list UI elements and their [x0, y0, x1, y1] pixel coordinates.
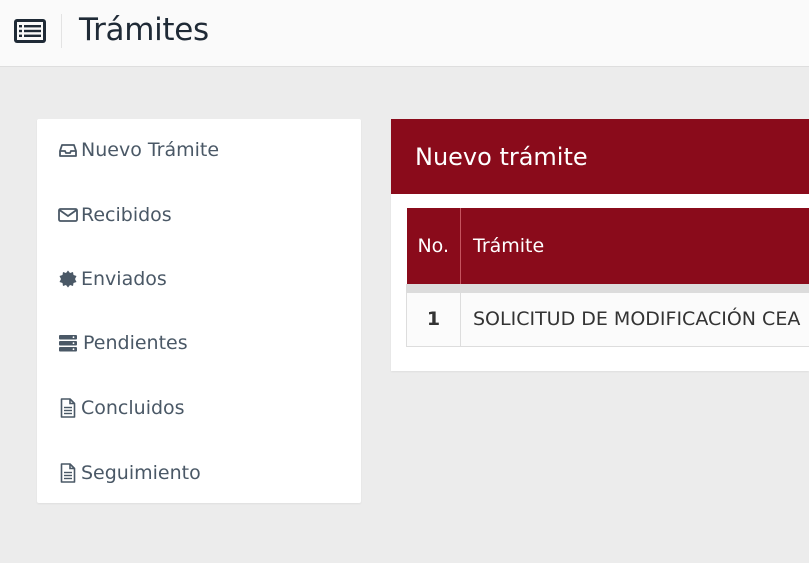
sidebar-item-nuevo-tramite[interactable]: Nuevo Trámite — [58, 135, 219, 165]
table-row[interactable]: 1 SOLICITUD DE MODIFICACIÓN CEA — [406, 288, 809, 347]
sidebar-item-label: Nuevo Trámite — [81, 139, 220, 161]
sidebar-item-label: Seguimiento — [81, 462, 201, 484]
sidebar-item-pendientes[interactable]: Pendientes — [58, 328, 188, 358]
sidebar-item-seguimiento[interactable]: Seguimiento — [58, 458, 201, 488]
document-icon — [58, 463, 78, 483]
page-title: Trámites — [79, 12, 209, 48]
header-divider — [61, 14, 62, 48]
sidebar-item-label: Enviados — [81, 268, 167, 290]
sidebar-item-label: Pendientes — [83, 332, 188, 354]
sidebar-item-enviados[interactable]: Enviados — [58, 264, 167, 294]
sidebar-item-concluidos[interactable]: Concluidos — [58, 393, 185, 423]
document-icon — [58, 398, 78, 418]
sidebar-item-label: Recibidos — [81, 204, 172, 226]
row-number: 1 — [406, 288, 461, 347]
sidebar: Nuevo Trámite Recibidos Enviados Pendien… — [37, 119, 361, 503]
server-icon — [58, 333, 78, 353]
panel-title: Nuevo trámite — [415, 143, 588, 171]
inbox-icon — [58, 140, 78, 160]
new-tramite-panel: Nuevo trámite No. Trámite 1 SOLICITUD DE… — [391, 119, 809, 371]
top-header: Trámites — [0, 0, 809, 67]
certificate-icon — [58, 269, 78, 289]
row-tramite-name[interactable]: SOLICITUD DE MODIFICACIÓN CEA — [460, 288, 809, 347]
sidebar-item-label: Concluidos — [81, 397, 185, 419]
list-icon[interactable] — [13, 17, 47, 45]
panel-header: Nuevo trámite — [391, 119, 809, 194]
envelope-icon — [58, 205, 78, 225]
sidebar-item-recibidos[interactable]: Recibidos — [58, 200, 172, 230]
column-header-tramite[interactable]: Trámite — [460, 208, 809, 293]
tramites-table: No. Trámite 1 SOLICITUD DE MODIFICACIÓN … — [406, 208, 809, 347]
column-header-no[interactable]: No. — [406, 208, 461, 293]
table-header-row: No. Trámite — [406, 208, 809, 293]
